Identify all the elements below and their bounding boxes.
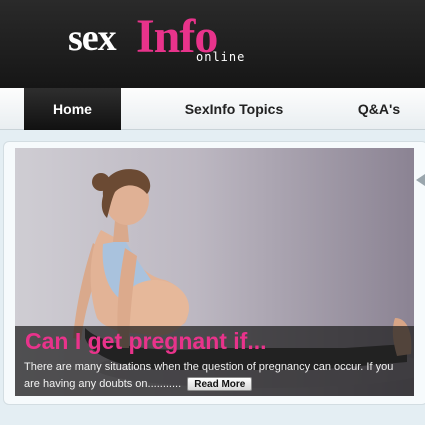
nav-qa[interactable]: Q&A's [340, 88, 418, 130]
feature-caption: Can I get pregnant if... There are many … [15, 326, 414, 396]
site-header: sex Info online [0, 0, 425, 88]
logo-sex-text: sex [68, 17, 117, 59]
read-more-button[interactable]: Read More [187, 377, 253, 392]
nav-home[interactable]: Home [24, 88, 121, 130]
feature-summary: There are many situations when the quest… [24, 359, 412, 393]
main-navigation: Home SexInfo Topics Q&A's [0, 88, 425, 130]
feature-title[interactable]: Can I get pregnant if... [25, 328, 267, 355]
logo-tagline: online [196, 50, 246, 64]
nav-sexinfo-topics[interactable]: SexInfo Topics [170, 88, 298, 130]
slider-next-arrow-icon[interactable] [416, 174, 425, 186]
